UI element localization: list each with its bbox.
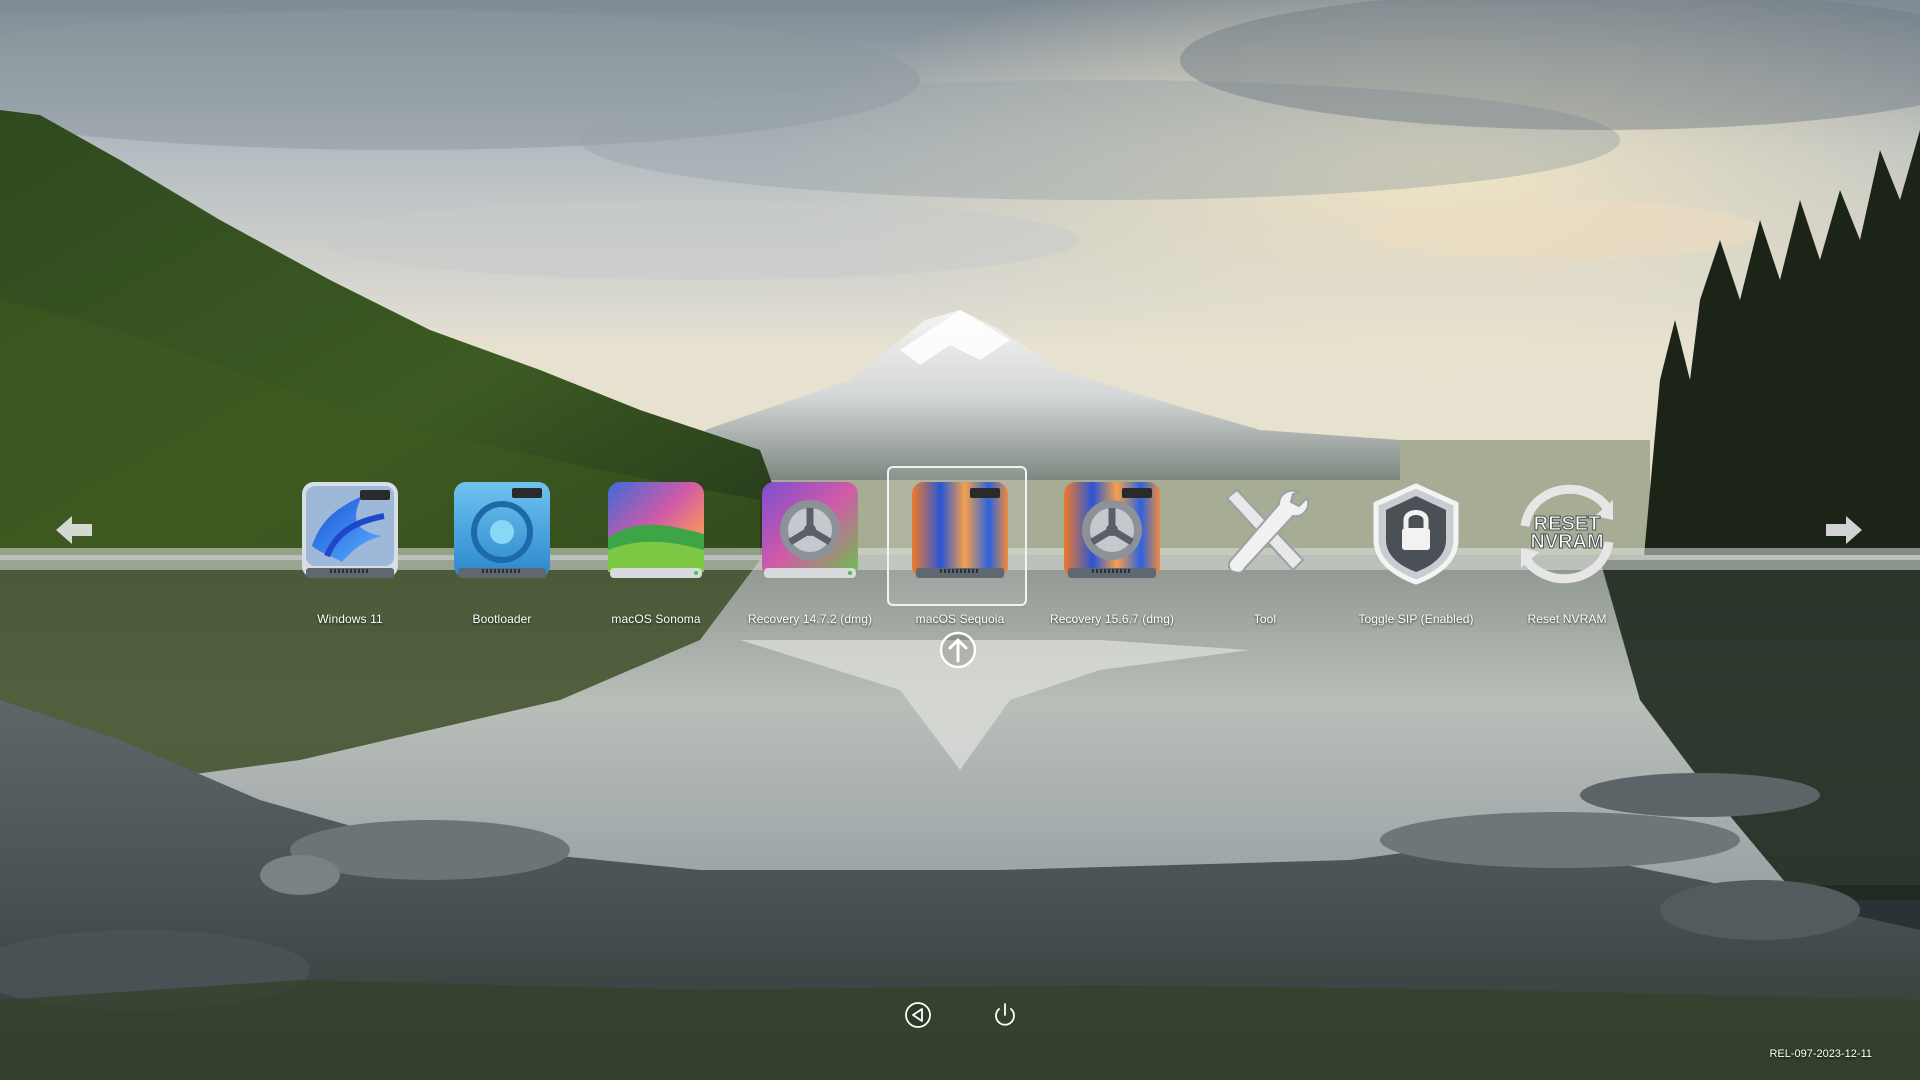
macos-sonoma-drive-icon — [608, 482, 704, 578]
reset-nvram-icon: RESET NVRAM — [1520, 484, 1614, 584]
macos-sequoia-drive-icon — [912, 482, 1008, 578]
shield-lock-icon — [1373, 483, 1459, 585]
boot-entry-toggle-sip[interactable]: Toggle SIP (Enabled) — [1346, 466, 1486, 626]
boot-entry-windows-11[interactable]: Windows 11 — [280, 466, 420, 626]
recovery-gear-drive-icon — [762, 482, 858, 578]
version-label: REL-097-2023-12-11 — [1769, 1048, 1872, 1060]
boot-entry-recovery-15-6-7[interactable]: Recovery 15.6.7 (dmg) — [1042, 466, 1182, 626]
arrow-up-circle-icon — [939, 631, 977, 669]
bootloader-drive-icon — [454, 482, 550, 578]
boot-entry-recovery-14-7-2[interactable]: Recovery 14.7.2 (dmg) — [740, 466, 880, 626]
boot-entry-bootloader[interactable]: Bootloader — [432, 466, 572, 626]
power-icon[interactable] — [990, 1000, 1020, 1030]
boot-entry-tool[interactable]: Tool — [1195, 466, 1335, 626]
recovery-sequoia-gear-drive-icon — [1064, 482, 1160, 578]
tools-icon — [1225, 488, 1309, 574]
restart-icon[interactable] — [903, 1000, 933, 1030]
entry-label: Reset NVRAM — [1527, 612, 1607, 626]
windows-drive-icon — [302, 482, 398, 578]
reset-nvram-icon-text-2: NVRAM — [1530, 531, 1603, 553]
boot-entry-reset-nvram[interactable]: RESET NVRAM Reset NVRAM — [1497, 466, 1637, 626]
boot-entry-list: Windows 11 Bootloader macOS Sonoma Recov… — [0, 0, 1920, 1080]
boot-entry-macos-sonoma[interactable]: macOS Sonoma — [586, 466, 726, 626]
boot-entry-macos-sequoia[interactable]: macOS Sequoia — [887, 466, 1030, 626]
